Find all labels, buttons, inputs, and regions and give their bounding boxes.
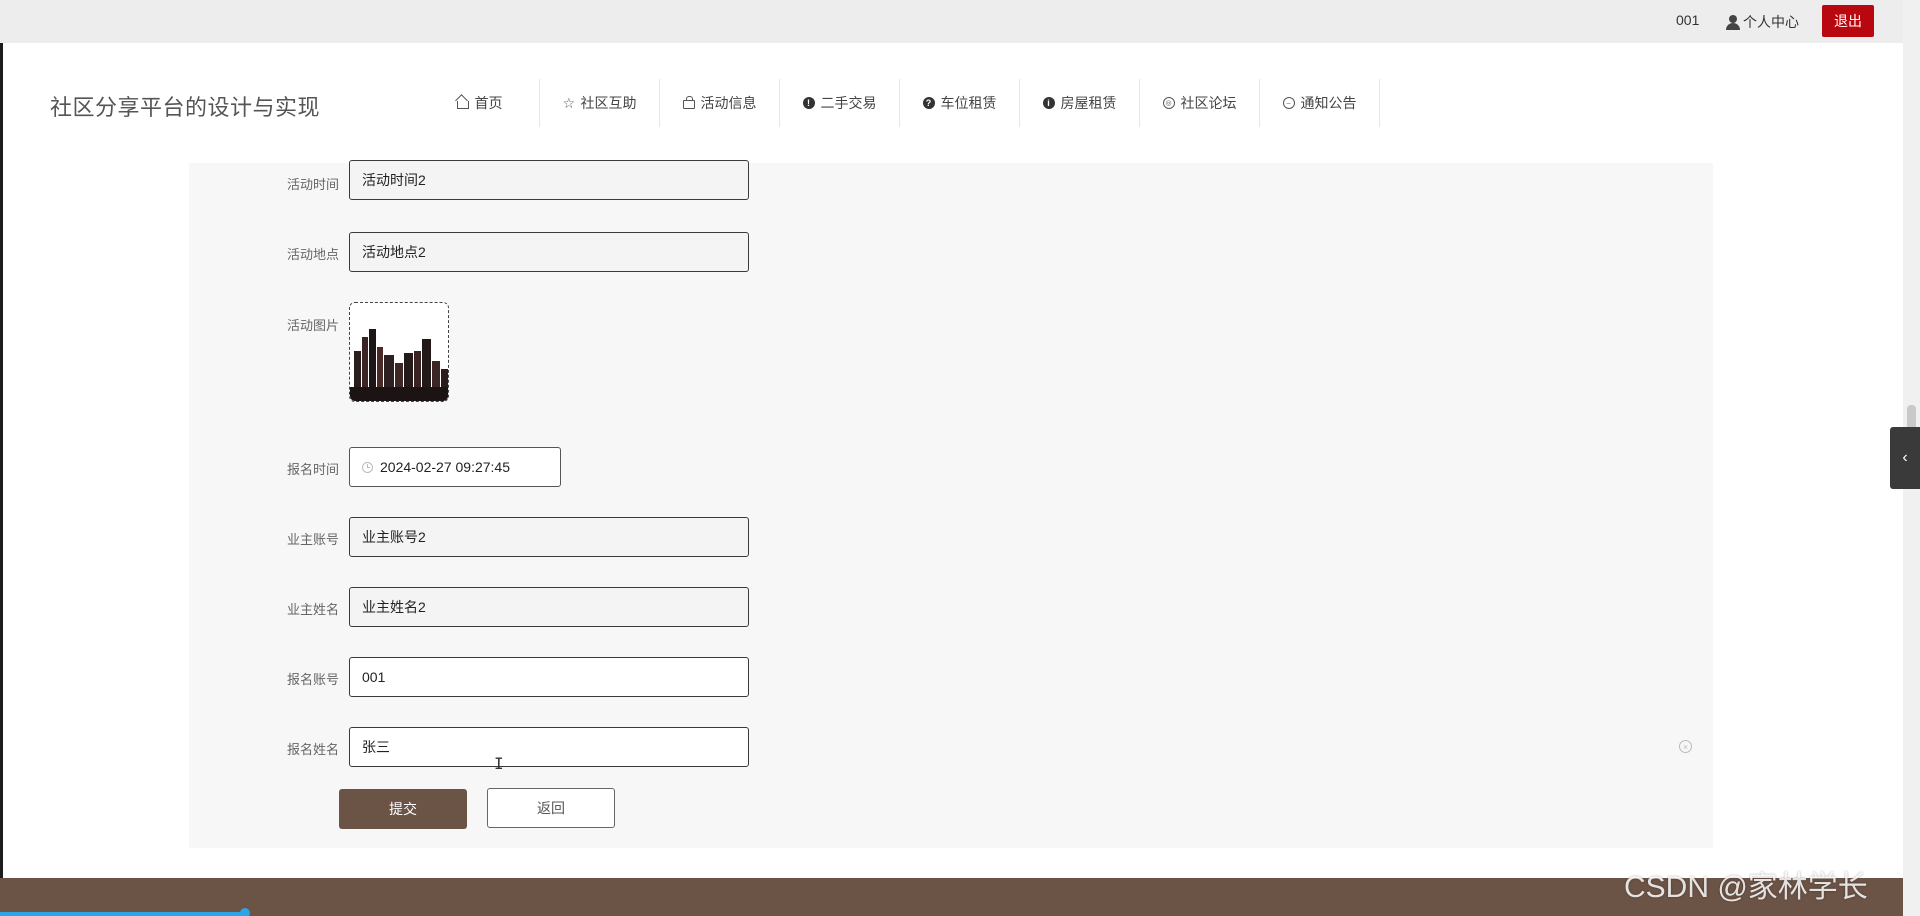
nav-item-label: 社区论坛 — [1180, 95, 1237, 111]
field-label: 活动图片 — [286, 318, 339, 333]
signup-name-field[interactable]: 张三 — [349, 727, 749, 767]
exclamation-icon: ! — [802, 97, 815, 109]
field-label: 业主姓名 — [286, 602, 339, 617]
clear-icon[interactable]: × — [1679, 740, 1692, 753]
field-label: 活动地点 — [286, 247, 339, 262]
owner-account-field[interactable]: 业主账号2 — [349, 517, 749, 557]
activity-image-thumbnail — [350, 303, 448, 401]
nav-item-label: 活动信息 — [700, 95, 757, 111]
activity-time-field[interactable]: 活动时间2 — [349, 160, 749, 200]
activity-place-field[interactable]: 活动地点2 — [349, 232, 749, 272]
username-label: 001 — [1676, 12, 1700, 28]
field-label: 业主账号 — [286, 532, 339, 547]
nav-item-label: 二手交易 — [820, 95, 877, 111]
nav-item-notices[interactable]: – 通知公告 — [1260, 79, 1380, 127]
globe-icon: ◎ — [1162, 97, 1175, 109]
signup-time-value: 2024-02-27 09:27:45 — [380, 459, 510, 475]
signup-time-picker[interactable]: 2024-02-27 09:27:45 — [349, 447, 561, 487]
home-icon — [456, 101, 469, 109]
site-title: 社区分享平台的设计与实现 — [50, 95, 321, 120]
back-button[interactable]: 返回 — [487, 788, 615, 828]
logout-button[interactable]: 退出 — [1822, 5, 1874, 37]
nav-item-parking-rental[interactable]: ? 车位租赁 — [900, 79, 1020, 127]
chevron-left-icon: ‹ — [1902, 449, 1908, 466]
page-footer — [0, 878, 1903, 916]
field-label: 活动时间 — [286, 177, 339, 192]
nav-item-house-rental[interactable]: i 房屋租赁 — [1020, 79, 1140, 127]
main-nav: 首页 ☆ 社区互助 活动信息 ! 二手交易 ? 车位租赁 i 房屋租赁 ◎ 社区… — [420, 79, 1380, 127]
user-icon — [1726, 14, 1740, 30]
nav-item-community-help[interactable]: ☆ 社区互助 — [540, 79, 660, 127]
nav-item-label: 首页 — [474, 95, 503, 111]
signup-form-panel: 活动时间 活动时间2 活动地点 活动地点2 活动图片 报名时间 2024-02-… — [189, 160, 1713, 848]
personal-center-link[interactable]: 个人中心 — [1726, 12, 1799, 32]
signup-account-field[interactable]: 001 — [349, 657, 749, 697]
minus-circle-icon: – — [1282, 97, 1295, 109]
nav-item-home[interactable]: 首页 — [420, 79, 540, 127]
star-icon: ☆ — [562, 95, 576, 111]
owner-name-field[interactable]: 业主姓名2 — [349, 587, 749, 627]
side-panel-toggle[interactable]: ‹ — [1890, 427, 1920, 489]
field-label: 报名账号 — [286, 672, 339, 687]
nav-item-second-hand[interactable]: ! 二手交易 — [780, 79, 900, 127]
nav-item-label: 车位租赁 — [940, 95, 997, 111]
nav-item-label: 房屋租赁 — [1060, 95, 1117, 111]
personal-center-label: 个人中心 — [1743, 14, 1799, 30]
top-bar: 001 个人中心 退出 — [0, 0, 1920, 43]
window-left-border — [0, 0, 3, 916]
video-progress-bar[interactable] — [0, 912, 245, 916]
submit-button[interactable]: 提交 — [339, 789, 467, 829]
nav-item-forum[interactable]: ◎ 社区论坛 — [1140, 79, 1260, 127]
text-cursor-icon: I — [494, 754, 504, 773]
video-progress-handle[interactable] — [240, 908, 250, 916]
bag-icon — [682, 96, 695, 109]
question-icon: ? — [922, 97, 935, 109]
nav-item-label: 社区互助 — [580, 95, 637, 111]
info-icon: i — [1042, 97, 1055, 109]
field-label: 报名姓名 — [286, 742, 339, 757]
nav-item-activity-info[interactable]: 活动信息 — [660, 79, 780, 127]
nav-item-label: 通知公告 — [1300, 95, 1357, 111]
watermark: CSDN @家林学长 — [1624, 871, 1868, 904]
clock-icon — [362, 461, 373, 473]
field-label: 报名时间 — [286, 462, 339, 477]
activity-image-upload[interactable] — [349, 302, 449, 402]
